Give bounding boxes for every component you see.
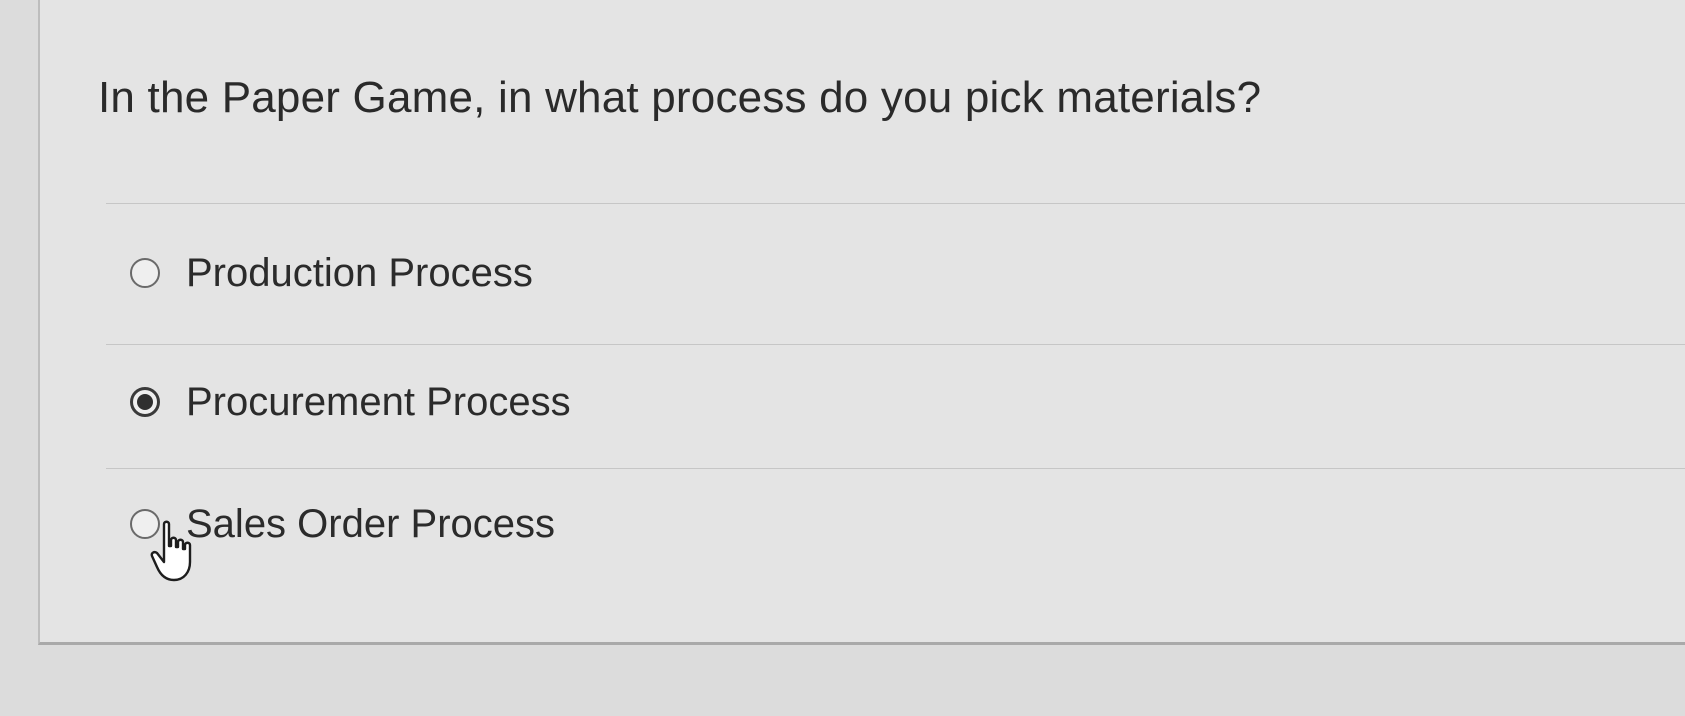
option-label: Procurement Process <box>186 379 571 424</box>
radio-button-selected[interactable] <box>130 387 160 417</box>
divider <box>106 344 1685 345</box>
radio-button[interactable] <box>130 258 160 288</box>
question-text: In the Paper Game, in what process do yo… <box>98 73 1262 122</box>
divider <box>106 468 1685 469</box>
hand-pointer-icon <box>150 520 192 582</box>
question-card: In the Paper Game, in what process do yo… <box>38 0 1685 645</box>
divider <box>106 203 1685 204</box>
option-production-process[interactable]: Production Process <box>130 233 533 313</box>
option-label: Sales Order Process <box>186 501 556 546</box>
option-procurement-process[interactable]: Procurement Process <box>130 362 571 442</box>
option-label: Production Process <box>186 250 533 295</box>
